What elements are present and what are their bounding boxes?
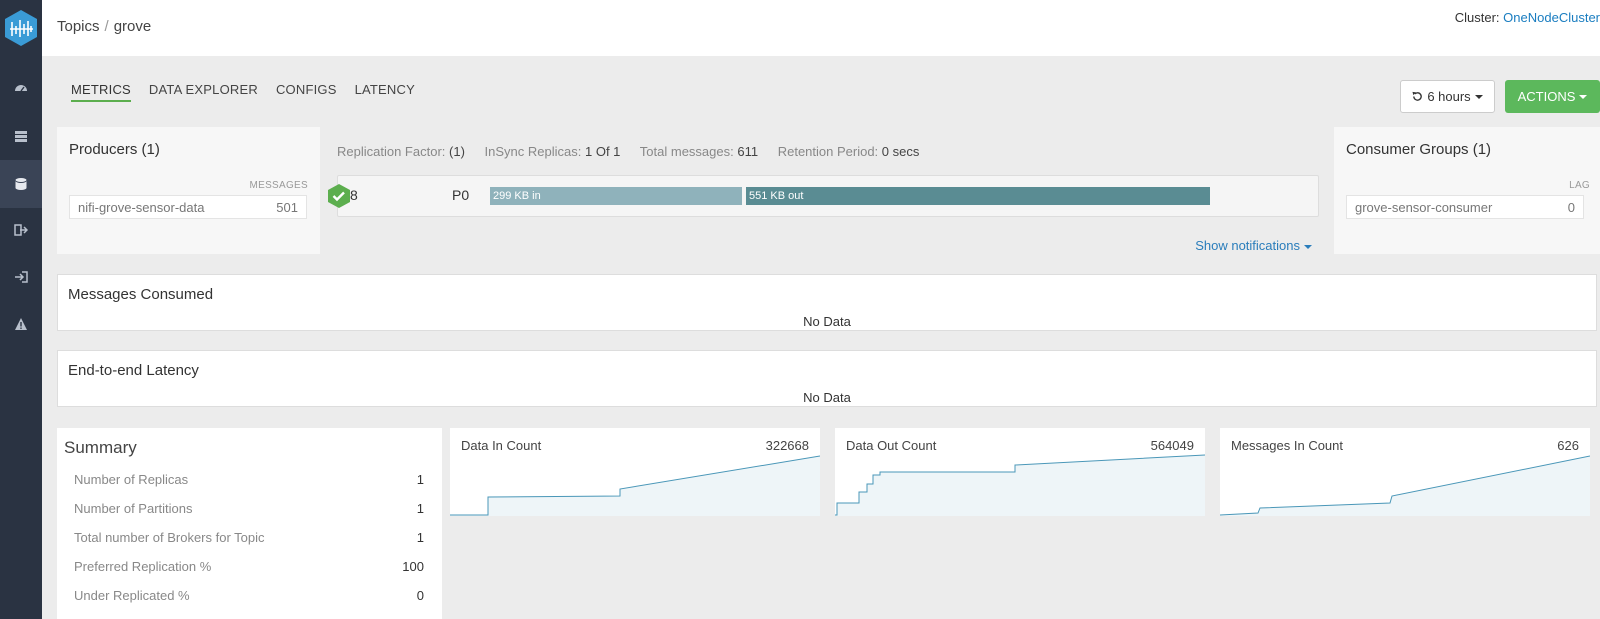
bytes-in-bar: 299 KB in — [490, 187, 742, 205]
messages-in-count-card: Messages In Count 626 — [1220, 428, 1590, 516]
messages-consumed-title: Messages Consumed — [68, 286, 214, 303]
consumer-groups-panel: Consumer Groups (1) LAG grove-sensor-con… — [1334, 127, 1600, 254]
summary-row: Number of Partitions 1 — [74, 501, 424, 516]
tab-metrics[interactable]: METRICS — [71, 82, 131, 102]
latency-panel: End-to-end Latency No Data — [57, 350, 1597, 407]
producer-item[interactable]: nifi-grove-sensor-data 501 — [69, 195, 307, 219]
consumers-icon — [15, 271, 28, 283]
broker-id: 8 — [350, 187, 358, 203]
chevron-down-icon — [1474, 94, 1483, 99]
retention-period-value: 0 secs — [881, 144, 920, 159]
cluster-label: Cluster: — [1454, 10, 1500, 25]
partition-panel: Replication Factor: (1) InSync Replicas:… — [320, 127, 1334, 254]
partition-label: P0 — [452, 187, 470, 203]
summary-row-label: Number of Replicas — [74, 472, 189, 487]
total-messages-value: 611 — [737, 144, 759, 159]
show-notifications-label: Show notifications — [1195, 238, 1300, 253]
summary-row: Preferred Replication % 100 — [74, 559, 424, 574]
producers-icon — [14, 224, 28, 236]
consumer-group-lag: 0 — [1567, 199, 1575, 215]
messages-column-label: MESSAGES — [249, 180, 308, 191]
alerts-icon — [15, 318, 27, 330]
actions-dropdown[interactable]: ACTIONS — [1505, 80, 1600, 113]
summary-row: Under Replicated % 0 — [74, 588, 424, 603]
insync-replicas-label: InSync Replicas: — [484, 144, 582, 159]
summary-title: Summary — [64, 438, 137, 457]
chevron-down-icon — [1579, 94, 1588, 99]
summary-row: Number of Replicas 1 — [74, 472, 424, 487]
producers-title: Producers (1) — [69, 141, 160, 158]
time-range-label: 6 hours — [1427, 89, 1471, 104]
breadcrumb-current-topic: grove — [113, 18, 152, 35]
topic-tabs: METRICS DATA EXPLORER CONFIGS LATENCY — [71, 82, 433, 102]
messages-consumed-empty: No Data — [803, 314, 851, 329]
consumer-group-name: grove-sensor-consumer — [1355, 199, 1493, 215]
bytes-out-bar: 551 KB out — [746, 187, 1210, 205]
summary-row-value: 1 — [416, 530, 424, 545]
latency-title: End-to-end Latency — [68, 362, 199, 379]
tab-latency[interactable]: LATENCY — [355, 82, 415, 102]
summary-panel: Summary Number of Replicas 1 Number of Pa… — [57, 428, 442, 619]
nav-alerts[interactable] — [0, 300, 42, 348]
summary-row-value: 1 — [416, 501, 424, 516]
latency-empty: No Data — [803, 390, 851, 405]
consumer-group-item[interactable]: grove-sensor-consumer 0 — [1346, 195, 1584, 219]
summary-row-value: 0 — [416, 588, 424, 603]
retention-period-label: Retention Period: — [777, 144, 879, 159]
chevron-down-icon — [1304, 244, 1312, 249]
tab-configs[interactable]: CONFIGS — [276, 82, 337, 102]
breadcrumb: Topics / grove — [57, 18, 151, 35]
replication-factor-value: (1) — [449, 144, 465, 159]
brokers-icon — [15, 131, 27, 142]
cluster-indicator: Cluster: OneNodeCluster — [1455, 10, 1600, 25]
summary-row-label: Under Replicated % — [74, 588, 190, 603]
nav-consumers[interactable] — [0, 253, 42, 301]
summary-row: Total number of Brokers for Topic 1 — [74, 530, 424, 545]
summary-row-value: 1 — [416, 472, 424, 487]
data-in-sparkline — [450, 455, 820, 516]
data-in-count-card: Data In Count 322668 — [450, 428, 820, 516]
lag-column-label: LAG — [1569, 180, 1590, 191]
sidebar — [0, 0, 42, 619]
cluster-name-link[interactable]: OneNodeCluster — [1503, 10, 1600, 25]
insync-replicas-value: 1 Of 1 — [584, 144, 621, 159]
messages-in-sparkline — [1220, 455, 1590, 516]
messages-consumed-panel: Messages Consumed No Data — [57, 274, 1597, 331]
tab-data-explorer[interactable]: DATA EXPLORER — [149, 82, 258, 102]
show-notifications-link[interactable]: Show notifications — [1195, 238, 1312, 253]
nav-producers[interactable] — [0, 206, 42, 254]
time-range-dropdown[interactable]: 6 hours — [1400, 80, 1495, 113]
partition-row[interactable]: 8 P0 299 KB in 551 KB out — [328, 175, 1319, 217]
top-header: Topics / grove Cluster: OneNodeCluster — [42, 0, 1600, 56]
breadcrumb-topics-link[interactable]: Topics — [57, 18, 100, 35]
nav-dashboard[interactable] — [0, 64, 42, 112]
replication-factor-label: Replication Factor: — [337, 144, 446, 159]
data-out-count-card: Data Out Count 564049 — [835, 428, 1205, 516]
replication-info: Replication Factor: (1) InSync Replicas:… — [337, 144, 935, 159]
summary-row-label: Preferred Replication % — [74, 559, 212, 574]
producer-name: nifi-grove-sensor-data — [78, 199, 205, 215]
app-logo-icon[interactable] — [4, 9, 38, 47]
dashboard-icon — [15, 85, 27, 92]
data-out-sparkline — [835, 454, 1205, 516]
consumer-groups-title: Consumer Groups (1) — [1346, 141, 1492, 158]
total-messages-label: Total messages: — [639, 144, 734, 159]
producers-panel: Producers (1) MESSAGES nifi-grove-sensor… — [57, 127, 320, 254]
leader-check-icon — [328, 184, 350, 208]
refresh-icon — [1412, 91, 1423, 101]
producer-messages: 501 — [276, 199, 298, 215]
topics-icon — [15, 178, 27, 190]
summary-row-label: Total number of Brokers for Topic — [74, 530, 265, 545]
summary-row-value: 100 — [402, 559, 424, 574]
summary-row-label: Number of Partitions — [74, 501, 193, 516]
actions-label: ACTIONS — [1517, 89, 1576, 104]
nav-topics[interactable] — [0, 160, 42, 208]
nav-brokers[interactable] — [0, 112, 42, 160]
breadcrumb-separator: / — [104, 18, 109, 35]
